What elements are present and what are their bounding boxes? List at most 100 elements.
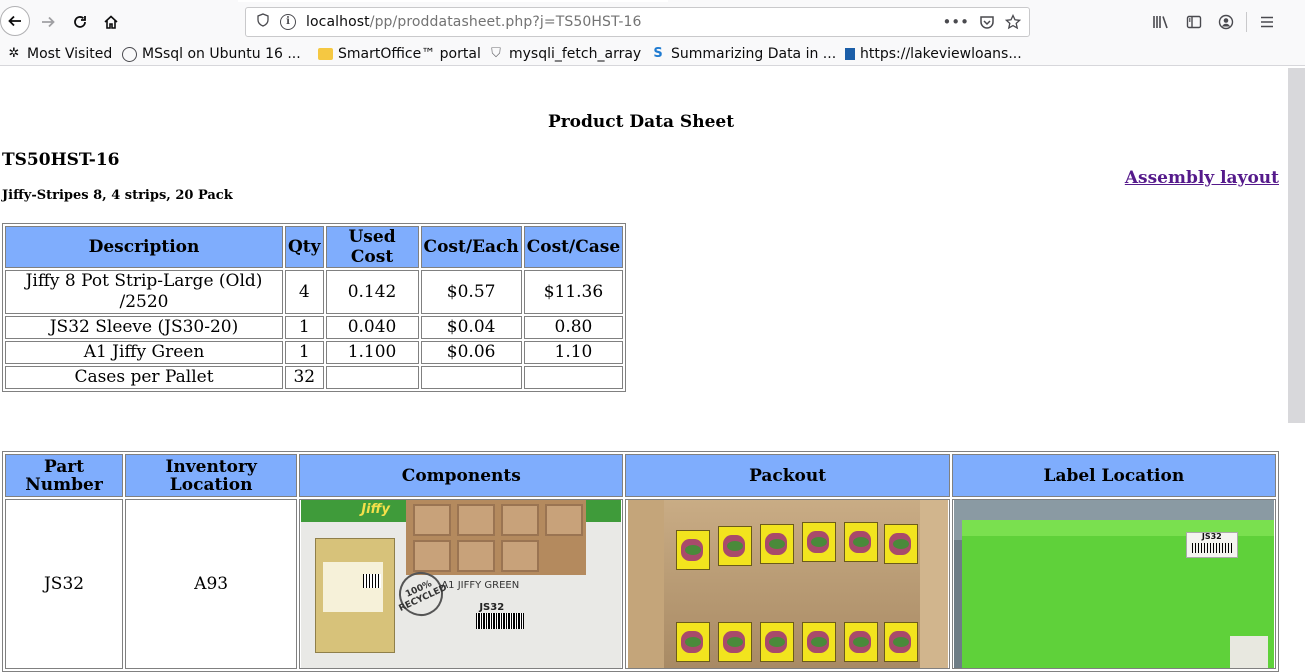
gear-icon: ✲ (8, 46, 20, 61)
tracking-shield-icon[interactable] (254, 13, 272, 31)
sidebar-button[interactable] (1186, 10, 1202, 34)
table-row: A1 Jiffy Green 1 1.100 $0.06 1.10 (5, 341, 624, 364)
cell-used-cost: 0.142 (325, 270, 419, 314)
column-header-inventory-location: Inventory Location (125, 454, 298, 497)
packout-photo[interactable] (627, 500, 948, 668)
photo-pack (759, 524, 794, 564)
browser-toolbar: i localhost/pp/proddatasheet.php?j=TS50H… (0, 0, 1305, 42)
photo-pack (843, 622, 878, 662)
photo-peat-cell (501, 540, 540, 572)
toolbar-separator (1246, 12, 1247, 32)
pocket-icon[interactable] (979, 14, 995, 30)
library-button[interactable] (1152, 10, 1170, 34)
photo-peat-cell (457, 504, 496, 536)
part-code: TS50HST-16 (2, 150, 120, 170)
site-info-icon[interactable]: i (280, 14, 296, 30)
bom-table: Description Qty Used Cost Cost/Each Cost… (2, 223, 627, 392)
cell-description: JS32 Sleeve (JS30-20) (5, 316, 283, 339)
photo-pack (675, 530, 710, 570)
photo-pack (717, 526, 752, 566)
cell-part-number: JS32 (5, 499, 124, 669)
cell-used-cost: 1.100 (325, 341, 419, 364)
bookmark-label: https://lakeviewloans... (860, 46, 1022, 62)
parts-table: Part Number Inventory Location Component… (2, 451, 1279, 672)
cell-cost-each (420, 366, 522, 389)
bookmark-label: SmartOffice™ portal (338, 46, 481, 62)
table-row: JS32 A93 Jiffy 100% RECYCLED A1 JIFFY GR… (5, 499, 1276, 669)
bookmark-label: Most Visited (27, 46, 113, 62)
photo-pack (675, 622, 710, 662)
table-header-row: Part Number Inventory Location Component… (5, 454, 1276, 497)
url-text[interactable]: localhost/pp/proddatasheet.php?j=TS50HST… (306, 14, 642, 30)
site-icon (845, 48, 855, 60)
column-header-description: Description (5, 226, 283, 268)
photo-peat-cell (545, 504, 584, 536)
column-header-cost-case: Cost/Case (523, 226, 624, 268)
menu-button[interactable] (1259, 10, 1275, 34)
column-header-label-location: Label Location (951, 454, 1276, 497)
photo-pack (801, 522, 836, 562)
address-bar[interactable]: i localhost/pp/proddatasheet.php?j=TS50H… (245, 7, 1030, 37)
reload-button[interactable] (66, 8, 94, 36)
table-header-row: Description Qty Used Cost Cost/Each Cost… (5, 226, 624, 268)
cell-qty: 4 (285, 270, 324, 314)
photo-a1-text: A1 JIFFY GREEN (441, 580, 520, 591)
bookmarks-toolbar: ✲ Most Visited MSsql on Ubuntu 16 ... Sm… (0, 42, 1305, 66)
cell-inventory-location: A93 (125, 499, 298, 669)
reload-icon (74, 16, 86, 28)
cell-qty: 32 (285, 366, 324, 389)
home-icon (104, 15, 118, 29)
photo-peat-cell (413, 504, 452, 536)
sidebar-icon (1186, 15, 1202, 29)
page-actions-icon[interactable]: ••• (942, 13, 969, 31)
bookmark-mysqli[interactable]: ⛉ mysqli_fetch_array (488, 44, 641, 64)
table-row: Jiffy 8 Pot Strip-Large (Old) /2520 4 0.… (5, 270, 624, 314)
components-photo[interactable]: Jiffy 100% RECYCLED A1 JIFFY GREEN JS32 (301, 500, 622, 668)
table-row: JS32 Sleeve (JS30-20) 1 0.040 $0.04 0.80 (5, 316, 624, 339)
column-header-packout: Packout (625, 454, 950, 497)
account-button[interactable] (1218, 10, 1234, 34)
cell-cost-case: $11.36 (523, 270, 624, 314)
scrollbar-thumb[interactable] (1288, 68, 1305, 423)
table-row: Cases per Pallet 32 (5, 366, 624, 389)
library-icon (1153, 16, 1168, 29)
column-header-part-number: Part Number (5, 454, 124, 497)
cell-cost-case (523, 366, 624, 389)
bookmark-smartoffice[interactable]: SmartOffice™ portal (318, 44, 481, 64)
cell-used-cost (325, 366, 419, 389)
cell-components-photo: Jiffy 100% RECYCLED A1 JIFFY GREEN JS32 (299, 499, 624, 669)
photo-pack (801, 622, 836, 662)
photo-peat-cell (501, 504, 540, 536)
cell-qty: 1 (285, 316, 324, 339)
hamburger-menu-icon (1261, 16, 1273, 28)
back-button[interactable] (0, 6, 30, 36)
bookmark-lakeview[interactable]: https://lakeviewloans... (845, 44, 1022, 64)
bookmark-most-visited[interactable]: ✲ Most Visited (6, 44, 113, 64)
photo-pack (883, 622, 918, 662)
assembly-layout-link[interactable]: Assembly layout (1125, 168, 1279, 188)
part-description: Jiffy-Stripes 8, 4 strips, 20 Pack (2, 188, 233, 203)
cell-qty: 1 (285, 341, 324, 364)
label-location-photo[interactable]: JS32 (953, 500, 1274, 668)
forward-button[interactable] (34, 8, 62, 36)
bookmark-mssql[interactable]: MSsql on Ubuntu 16 ... (122, 44, 301, 64)
home-button[interactable] (97, 8, 125, 36)
bookmark-summarizing[interactable]: S Summarizing Data in ... (650, 44, 836, 64)
arrow-right-icon (42, 16, 55, 28)
photo-label-barcode (1191, 543, 1232, 553)
column-header-components: Components (299, 454, 624, 497)
url-actions: ••• (942, 13, 1029, 31)
shield-icon: ⛉ (491, 46, 501, 61)
photo-pack (759, 622, 794, 662)
photo-peat-cell (457, 540, 496, 572)
cell-cost-each: $0.57 (420, 270, 522, 314)
column-header-cost-each: Cost/Each (420, 226, 522, 268)
cell-cost-each: $0.04 (420, 316, 522, 339)
photo-js32-text: JS32 (479, 602, 505, 613)
bookmark-star-icon[interactable] (1005, 14, 1021, 30)
photo-barcode (363, 574, 382, 588)
photo-barcode (476, 613, 525, 629)
photo-peat-cell (413, 540, 452, 572)
active-tab-indicator (238, 0, 668, 2)
cell-cost-case: 1.10 (523, 341, 624, 364)
